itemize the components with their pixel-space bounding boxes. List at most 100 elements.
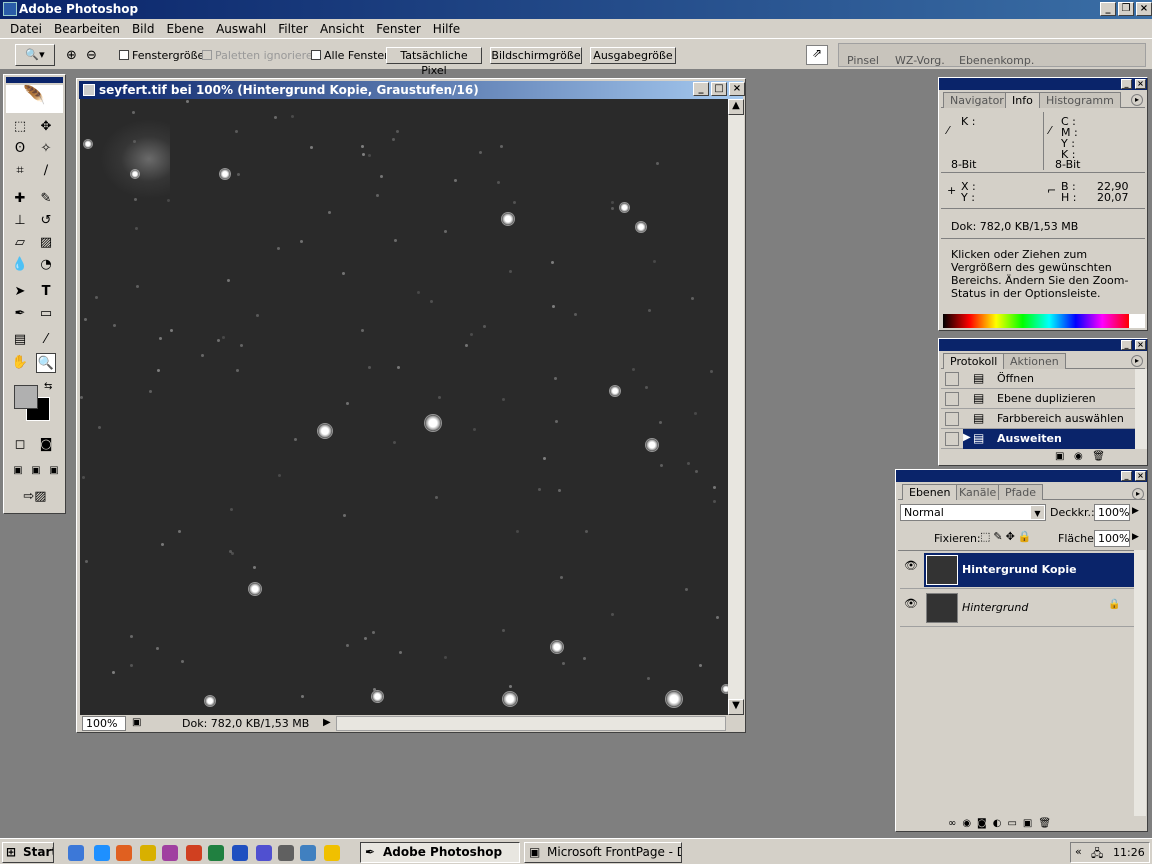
path-select-icon[interactable]: ➤: [10, 282, 30, 302]
lock-icons[interactable]: ⬚✎✥🔒: [980, 530, 1035, 543]
menu-auswahl[interactable]: Auswahl: [210, 22, 272, 36]
blend-mode-select[interactable]: Normal ▼: [900, 504, 1046, 521]
notes-tool-icon[interactable]: ▤: [10, 330, 30, 350]
well-tab-pinsel[interactable]: Pinsel: [847, 54, 879, 67]
dodge-tool-icon[interactable]: ◔: [36, 255, 56, 275]
foreground-color-swatch[interactable]: [14, 385, 38, 409]
blur-tool-icon[interactable]: 💧: [10, 255, 30, 275]
scroll-down-arrow-icon[interactable]: ▼: [728, 699, 744, 715]
network-icon[interactable]: 🖧: [1091, 845, 1103, 864]
layers-footer-icons[interactable]: ∞◉◙◐▭▣🗑: [948, 818, 1057, 829]
layer-row-active[interactable]: 👁 Hintergrund Kopie: [900, 551, 1134, 589]
task-photoshop[interactable]: ✒ Adobe Photoshop: [360, 842, 520, 863]
history-snapshot-box[interactable]: [945, 372, 959, 386]
history-brush-icon[interactable]: ↺: [36, 211, 56, 231]
start-button[interactable]: ⊞ Start: [2, 842, 54, 863]
stamp-tool-icon[interactable]: ⊥: [10, 211, 30, 231]
feather-logo-icon[interactable]: 🪶: [6, 85, 63, 113]
panel-minimize-icon[interactable]: _: [1121, 340, 1132, 350]
quicklaunch-ie-icon[interactable]: [68, 845, 84, 861]
zoom-field[interactable]: 100%: [82, 716, 126, 731]
image-canvas[interactable]: [80, 99, 728, 715]
panel-close-icon[interactable]: ×: [1135, 340, 1146, 350]
tray-expand-icon[interactable]: «: [1075, 845, 1082, 858]
actual-pixels-button[interactable]: Tatsächliche Pixel: [386, 47, 482, 77]
layers-scrollbar[interactable]: [1134, 550, 1146, 816]
fill-arrow-icon[interactable]: ▶: [1132, 532, 1139, 542]
fit-screen-button[interactable]: Bildschirmgröße: [490, 47, 582, 64]
quicklaunch-doc-icon[interactable]: [300, 845, 316, 861]
zoom-tool-preset-button[interactable]: 🔍▾: [15, 44, 55, 66]
restore-button[interactable]: ❐: [1118, 2, 1134, 16]
status-menu-icon[interactable]: ▣: [132, 717, 141, 728]
print-size-button[interactable]: Ausgabegröße: [590, 47, 676, 64]
history-scrollbar[interactable]: [1135, 369, 1147, 449]
fenstergroesse-checkbox[interactable]: [119, 50, 129, 60]
opacity-field[interactable]: 100%: [1094, 504, 1130, 521]
standard-mode-icon[interactable]: ◻: [10, 435, 30, 455]
menu-filter[interactable]: Filter: [272, 22, 314, 36]
menu-fenster[interactable]: Fenster: [370, 22, 427, 36]
horizontal-scrollbar[interactable]: [336, 716, 726, 731]
alle-fenster-checkbox[interactable]: [311, 50, 321, 60]
menu-ebene[interactable]: Ebene: [160, 22, 210, 36]
quicklaunch-powerpoint-icon[interactable]: [186, 845, 202, 861]
magic-wand-icon[interactable]: ✧: [36, 139, 56, 159]
zoom-out-icon[interactable]: ⊖: [86, 48, 97, 63]
menu-bearbeiten[interactable]: Bearbeiten: [48, 22, 126, 36]
palette-well-icon[interactable]: ⇗: [806, 45, 828, 65]
tab-info[interactable]: Info: [1005, 92, 1040, 108]
doc-close-button[interactable]: ×: [729, 82, 745, 96]
panel-menu-icon[interactable]: ▸: [1131, 94, 1143, 106]
color-bar[interactable]: [943, 314, 1145, 328]
pen-tool-icon[interactable]: ✒: [10, 304, 30, 324]
jump-to-imageready-icon[interactable]: ⇨▨: [14, 487, 56, 507]
crop-tool-icon[interactable]: ⌗: [10, 161, 30, 181]
minimize-button[interactable]: _: [1100, 2, 1116, 16]
menu-bild[interactable]: Bild: [126, 22, 161, 36]
gradient-tool-icon[interactable]: ▨: [36, 233, 56, 253]
status-arrow-icon[interactable]: ▶: [323, 717, 331, 728]
quicklaunch-frontpage-icon[interactable]: [256, 845, 272, 861]
tab-kanaele[interactable]: Kanäle: [952, 484, 1004, 500]
menu-datei[interactable]: Datei: [4, 22, 48, 36]
quickmask-mode-icon[interactable]: ◙: [36, 435, 56, 455]
tab-pfade[interactable]: Pfade: [998, 484, 1043, 500]
scroll-up-arrow-icon[interactable]: ▲: [728, 99, 744, 115]
well-tab-ebenenkomp[interactable]: Ebenenkomp.: [959, 54, 1034, 67]
type-tool-icon[interactable]: T: [36, 282, 56, 302]
quicklaunch-player-icon[interactable]: [324, 845, 340, 861]
paletten-checkbox[interactable]: [202, 50, 212, 60]
quicklaunch-excel-icon[interactable]: [208, 845, 224, 861]
history-footer-icons[interactable]: ▣ ◉ 🗑: [1055, 451, 1105, 462]
history-item[interactable]: ▤ Farbbereich auswählen: [941, 409, 1135, 429]
doc-minimize-button[interactable]: _: [693, 82, 709, 96]
task-frontpage[interactable]: ▣ Microsoft FrontPage - D:...: [524, 842, 682, 863]
zoom-in-icon[interactable]: ⊕: [66, 48, 77, 63]
healing-brush-icon[interactable]: ✚: [10, 189, 30, 209]
layer-row[interactable]: 👁 Hintergrund 🔒: [900, 589, 1134, 627]
move-tool-icon[interactable]: ✥: [36, 117, 56, 137]
opacity-arrow-icon[interactable]: ▶: [1132, 506, 1139, 516]
full-screen-icon[interactable]: ▣: [44, 461, 64, 481]
quicklaunch-word-icon[interactable]: [232, 845, 248, 861]
lasso-tool-icon[interactable]: ʘ: [10, 139, 30, 159]
well-tab-wz[interactable]: WZ-Vorg.: [895, 54, 945, 67]
tab-protokoll[interactable]: Protokoll: [943, 353, 1005, 369]
swap-colors-icon[interactable]: ⇆: [44, 381, 52, 392]
marquee-tool-icon[interactable]: ⬚: [10, 117, 30, 137]
chevron-down-icon[interactable]: ▼: [1031, 506, 1044, 519]
menu-hilfe[interactable]: Hilfe: [427, 22, 466, 36]
visibility-eye-icon[interactable]: 👁: [902, 559, 920, 577]
tab-ebenen[interactable]: Ebenen: [902, 484, 958, 500]
zoom-tool-icon[interactable]: 🔍: [36, 353, 56, 373]
quicklaunch-browser-icon[interactable]: [94, 845, 110, 861]
quicklaunch-desktop-icon[interactable]: [140, 845, 156, 861]
panel-minimize-icon[interactable]: _: [1121, 471, 1132, 481]
tab-histogramm[interactable]: Histogramm: [1039, 92, 1121, 108]
eyedropper-icon[interactable]: ⁄: [36, 330, 56, 350]
quicklaunch-tool-icon[interactable]: [278, 845, 294, 861]
vertical-scrollbar[interactable]: ▲ ▼: [728, 99, 744, 715]
history-snapshot-box[interactable]: [945, 392, 959, 406]
eraser-tool-icon[interactable]: ▱: [10, 233, 30, 253]
